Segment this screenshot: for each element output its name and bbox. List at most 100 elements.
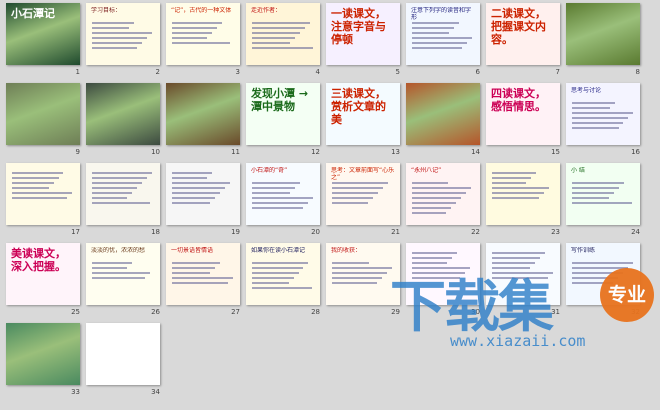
slide-thumbnail-24[interactable]: 小 结 xyxy=(566,163,640,225)
slide-title: 小石潭的“奇” xyxy=(251,167,288,174)
slide-text-line xyxy=(492,177,532,179)
slide-thumbnail-21[interactable]: 思考：文章前面写“心乐之” xyxy=(326,163,400,225)
slide-text-line xyxy=(412,192,466,194)
slide-text-line xyxy=(412,27,454,29)
slide-text-line xyxy=(332,262,369,264)
slide-thumbnail-29[interactable]: 我的收获： xyxy=(326,243,400,305)
slide-title: 写作训练 xyxy=(571,247,596,254)
slide-number: 30 xyxy=(471,308,480,316)
slide-thumbnail-30[interactable] xyxy=(406,243,480,305)
slide-number: 4 xyxy=(315,68,320,76)
slide-text-line xyxy=(492,172,537,174)
slide-photo xyxy=(166,83,240,145)
slide-number: 21 xyxy=(391,228,400,236)
slide-thumbnail-7[interactable]: 二读课文，把握课文内容。 xyxy=(486,3,560,65)
slide-text-line xyxy=(572,267,628,269)
slide-thumbnail-16[interactable]: 思考与讨论 xyxy=(566,83,640,145)
slide-text-line xyxy=(492,192,545,194)
slide-text-line xyxy=(572,187,620,189)
slide-title: 我的收获： xyxy=(331,247,362,254)
slide-thumbnail-31[interactable] xyxy=(486,243,560,305)
slide-text-lines xyxy=(332,259,394,287)
slide-thumbnail-27[interactable]: 一切景语皆情语 xyxy=(166,243,240,305)
slide-thumbnail-8[interactable] xyxy=(566,3,640,65)
slide-thumbnail-1[interactable]: 小石潭记 xyxy=(6,3,80,65)
slide-thumbnail-10[interactable] xyxy=(86,83,160,145)
slide-number: 2 xyxy=(155,68,160,76)
slide-thumbnail-22[interactable]: “永州八记” xyxy=(406,163,480,225)
slide-text-line xyxy=(572,277,618,279)
slide-text-line xyxy=(172,27,218,29)
slide-text-line xyxy=(412,212,447,214)
slide-thumbnail-14[interactable] xyxy=(406,83,480,145)
slide-thumbnail-34[interactable] xyxy=(86,323,160,385)
slide-thumbnail-3[interactable]: “记”，古代的一种文体 xyxy=(166,3,240,65)
slide-text-line xyxy=(172,37,208,39)
slide-thumbnail-25[interactable]: 美读课文，深入把握。 xyxy=(6,243,80,305)
slide-text-line xyxy=(12,182,54,184)
slide-photo xyxy=(86,83,160,145)
slide-text-line xyxy=(92,192,132,194)
slide-text-line xyxy=(172,22,223,24)
slide-text-line xyxy=(572,202,633,204)
slide-text-line xyxy=(332,272,387,274)
slide-text-line xyxy=(332,197,373,199)
slide-thumbnail-26[interactable]: 淡淡的忧，浓浓的愁 xyxy=(86,243,160,305)
slide-thumbnail-23[interactable] xyxy=(486,163,560,225)
slide-thumbnail-13[interactable]: 三读课文，赏析文章的美 xyxy=(326,83,400,145)
slide-text-line xyxy=(412,187,471,189)
slide-number: 25 xyxy=(71,308,80,316)
slide-text-line xyxy=(412,22,459,24)
slide-number: 17 xyxy=(71,228,80,236)
slide-thumbnail-2[interactable]: 学习目标： xyxy=(86,3,160,65)
slide-text-line xyxy=(172,267,216,269)
slide-text-line xyxy=(92,32,153,34)
slide-thumbnail-19[interactable] xyxy=(166,163,240,225)
slide-number: 1 xyxy=(75,68,80,76)
slide-text-line xyxy=(92,47,138,49)
slide-thumbnail-9[interactable] xyxy=(6,83,80,145)
slide-text-line xyxy=(412,197,461,199)
slide-text-line xyxy=(92,182,142,184)
slide-text-line xyxy=(492,262,535,264)
slide-text-line xyxy=(332,202,368,204)
slide-thumbnail-15[interactable]: 四读课文，感悟情思。 xyxy=(486,83,560,145)
slide-thumbnail-5[interactable]: 一读课文，注意字音与停顿 xyxy=(326,3,400,65)
slide-text-lines xyxy=(252,259,314,292)
slide-thumbnail-4[interactable]: 走近作者： xyxy=(246,3,320,65)
slide-thumbnail-12[interactable]: 发现小潭 → 潭中景物 xyxy=(246,83,320,145)
slide-text-line xyxy=(572,282,613,284)
slide-text-line xyxy=(252,197,313,199)
slide-thumbnail-6[interactable]: 注意下列字的读音和字形 xyxy=(406,3,480,65)
slide-text-lines xyxy=(92,169,154,207)
slide-text-line xyxy=(252,32,301,34)
slide-number: 12 xyxy=(311,148,320,156)
slide-text-line xyxy=(252,192,290,194)
slide-text-lines xyxy=(252,179,314,212)
slide-text-line xyxy=(332,277,382,279)
slide-text-line xyxy=(572,122,624,124)
slide-text-line xyxy=(412,32,449,34)
slide-text-line xyxy=(412,252,457,254)
slide-thumbnail-32[interactable]: 写作训练 xyxy=(566,243,640,305)
slide-text-line xyxy=(572,102,616,104)
slide-thumbnail-17[interactable] xyxy=(6,163,80,225)
slide-text-lines xyxy=(412,19,474,52)
slide-text-line xyxy=(492,272,553,274)
slide-number: 26 xyxy=(151,308,160,316)
slide-thumbnail-33[interactable] xyxy=(6,323,80,385)
slide-text-line xyxy=(572,192,615,194)
slide-text-line xyxy=(252,262,309,264)
slide-title: 一切景语皆情语 xyxy=(171,247,214,254)
slide-text-line xyxy=(172,272,211,274)
slide-thumbnail-18[interactable] xyxy=(86,163,160,225)
slide-thumbnail-28[interactable]: 如果你在读小石潭记 xyxy=(246,243,320,305)
slide-text-line xyxy=(92,22,135,24)
slide-text-lines xyxy=(172,169,234,207)
slide-thumbnail-20[interactable]: 小石潭的“奇” xyxy=(246,163,320,225)
slide-number: 5 xyxy=(395,68,400,76)
slide-text-line xyxy=(252,42,291,44)
slide-title: “永州八记” xyxy=(411,167,442,174)
slide-thumbnail-11[interactable] xyxy=(166,83,240,145)
slide-number: 3 xyxy=(235,68,240,76)
